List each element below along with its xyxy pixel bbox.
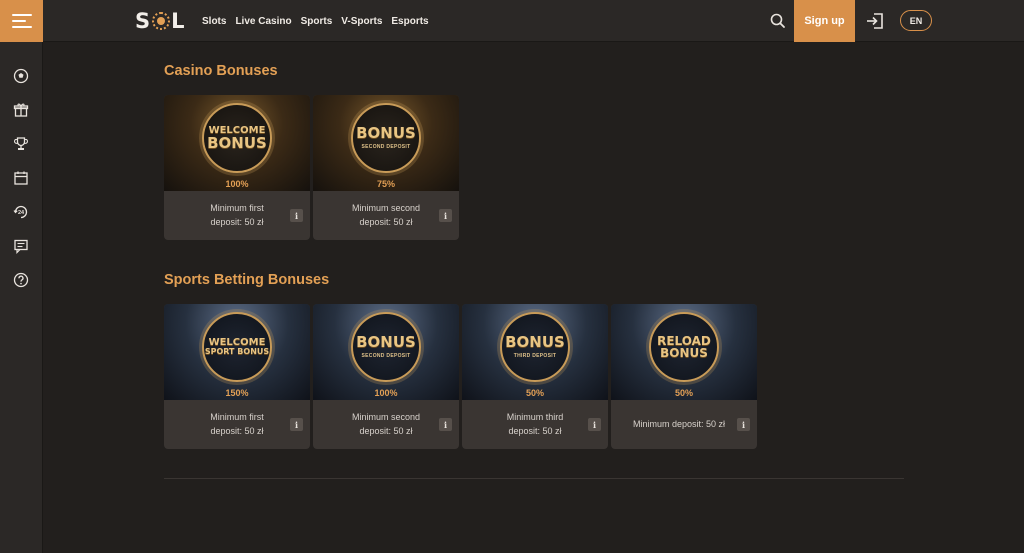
search-icon[interactable]	[768, 11, 788, 31]
login-icon[interactable]	[864, 11, 886, 31]
bonus-description: Minimum first deposit: 50 zł	[210, 203, 264, 227]
top-header: SL Slots Live Casino Sports V-Sports Esp…	[0, 0, 1024, 42]
bonus-description: Minimum second deposit: 50 zł	[351, 412, 421, 436]
bonus-emblem: WELCOME BONUS	[202, 103, 272, 173]
bonus-image: RELOAD BONUS	[611, 304, 757, 400]
sports-bonuses-title: Sports Betting Bonuses	[164, 272, 330, 288]
info-icon[interactable]: i	[588, 418, 601, 431]
trophy-icon[interactable]	[12, 135, 30, 153]
bonus-percent: 100%	[225, 179, 249, 189]
language-selector[interactable]: EN	[900, 10, 932, 31]
bonus-emblem: BONUS THIRD DEPOSIT	[500, 312, 570, 382]
bonus-emblem: WELCOME SPORT BONUS	[202, 312, 272, 382]
bonus-emblem: RELOAD BONUS	[649, 312, 719, 382]
bonus-description: Minimum first deposit: 50 zł	[210, 412, 264, 436]
bonus-percent: 150%	[225, 388, 249, 398]
bonus-percent: 50%	[674, 388, 693, 398]
bonus-card[interactable]: BONUS SECOND DEPOSIT 75% Minimum second …	[313, 95, 459, 240]
bonus-emblem: BONUS SECOND DEPOSIT	[351, 312, 421, 382]
nav-live-casino[interactable]: Live Casino	[235, 16, 291, 27]
chat-icon[interactable]	[12, 237, 30, 255]
bonus-image: BONUS SECOND DEPOSIT	[313, 304, 459, 400]
bonus-percent: 50%	[525, 388, 544, 398]
sun-logo-icon	[152, 12, 171, 30]
divider	[164, 478, 904, 479]
info-icon[interactable]: i	[737, 418, 750, 431]
calendar-icon[interactable]	[12, 169, 30, 187]
bonus-card[interactable]: BONUS SECOND DEPOSIT 100% Minimum second…	[313, 304, 459, 449]
nav-v-sports[interactable]: V-Sports	[341, 16, 382, 27]
bonus-emblem: BONUS SECOND DEPOSIT	[351, 103, 421, 173]
bonus-card[interactable]: RELOAD BONUS 50% Minimum deposit: 50 zł …	[611, 304, 757, 449]
sidebar: 24	[0, 42, 43, 553]
bonus-description: Minimum third deposit: 50 zł	[506, 412, 564, 436]
bonus-percent: 75%	[376, 179, 395, 189]
gift-icon[interactable]	[12, 101, 30, 119]
info-icon[interactable]: i	[439, 418, 452, 431]
help-icon[interactable]	[12, 271, 30, 289]
bonus-description: Minimum deposit: 50 zł	[632, 419, 726, 429]
football-icon[interactable]	[12, 67, 30, 85]
bonus-image: BONUS THIRD DEPOSIT	[462, 304, 608, 400]
bonus-image: WELCOME BONUS	[164, 95, 310, 191]
nav-esports[interactable]: Esports	[391, 16, 428, 27]
bonus-description: Minimum second deposit: 50 zł	[351, 203, 421, 227]
logo[interactable]: SL	[135, 9, 186, 33]
casino-bonuses-title: Casino Bonuses	[164, 63, 278, 79]
signup-button[interactable]: Sign up	[794, 0, 855, 42]
bonus-card[interactable]: WELCOME SPORT BONUS 150% Minimum first d…	[164, 304, 310, 449]
bonus-percent: 100%	[374, 388, 398, 398]
info-icon[interactable]: i	[439, 209, 452, 222]
bonus-image: BONUS SECOND DEPOSIT	[313, 95, 459, 191]
info-icon[interactable]: i	[290, 418, 303, 431]
support-24-label: 24	[18, 210, 25, 216]
info-icon[interactable]: i	[290, 209, 303, 222]
nav-slots[interactable]: Slots	[202, 16, 226, 27]
menu-icon[interactable]	[0, 0, 43, 42]
main-nav: Slots Live Casino Sports V-Sports Esport…	[202, 0, 429, 42]
support-24-icon[interactable]: 24	[12, 203, 30, 221]
bonus-image: WELCOME SPORT BONUS	[164, 304, 310, 400]
bonus-card[interactable]: WELCOME BONUS 100% Minimum first deposit…	[164, 95, 310, 240]
nav-sports[interactable]: Sports	[301, 16, 333, 27]
bonus-card[interactable]: BONUS THIRD DEPOSIT 50% Minimum third de…	[462, 304, 608, 449]
